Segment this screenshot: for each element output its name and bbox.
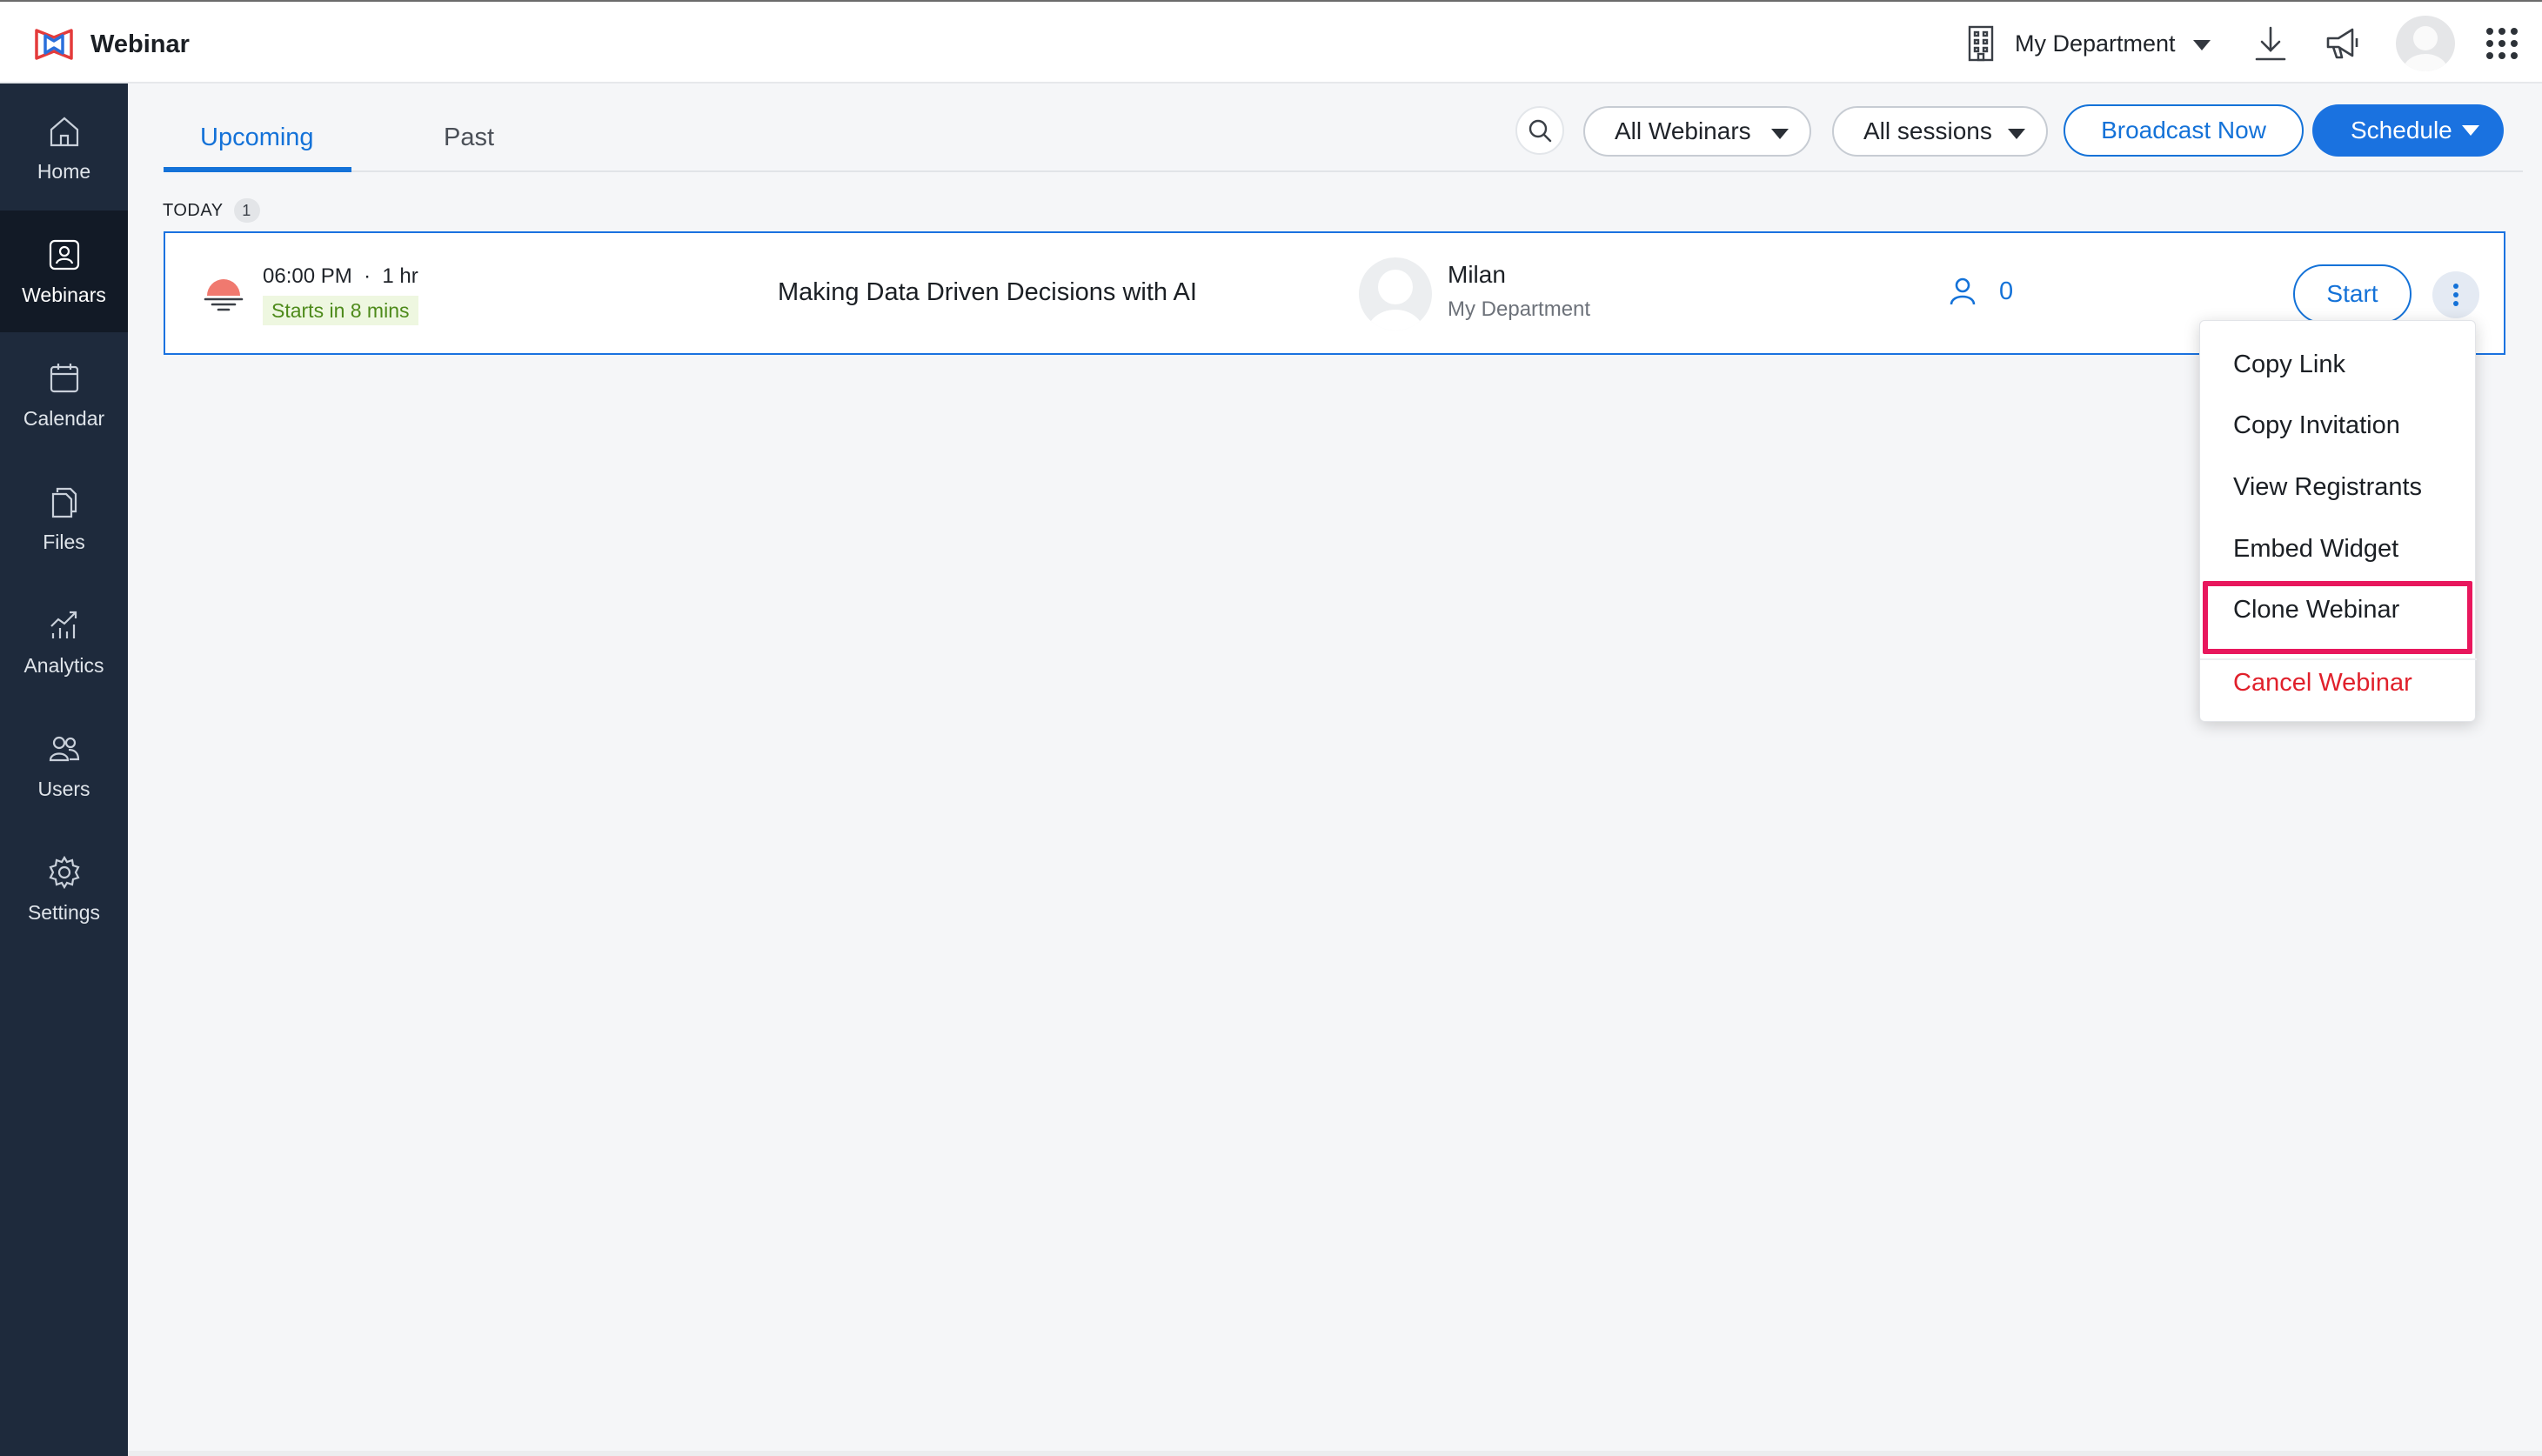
sidebar-item-calendar[interactable]: Calendar bbox=[0, 334, 128, 456]
brand[interactable]: Webinar bbox=[33, 23, 190, 66]
search-icon bbox=[1529, 119, 1552, 143]
registrants-value: 0 bbox=[1999, 277, 2014, 305]
host-name: Milan bbox=[1448, 261, 1506, 288]
announcements-button[interactable] bbox=[2319, 21, 2365, 66]
files-icon bbox=[51, 487, 77, 518]
host-department: My Department bbox=[1448, 297, 1591, 321]
grid-apps-icon bbox=[2486, 28, 2518, 59]
webinar-icon bbox=[49, 239, 79, 270]
sidebar-item-label: Users bbox=[37, 777, 90, 800]
chevron-down-icon bbox=[2462, 125, 2479, 136]
broadcast-now-button[interactable]: Broadcast Now bbox=[2064, 104, 2304, 157]
menu-item-embed-widget[interactable]: Embed Widget bbox=[2233, 535, 2398, 564]
active-tab-indicator bbox=[164, 167, 351, 172]
schedule-button[interactable]: Schedule bbox=[2312, 104, 2504, 157]
bottom-border bbox=[128, 1451, 2542, 1456]
user-icon bbox=[1950, 277, 1976, 305]
session-filter-value: All sessions bbox=[1863, 117, 1992, 144]
webinar-time: 06:00 PM · 1 hr bbox=[263, 264, 418, 288]
start-button[interactable]: Start bbox=[2293, 264, 2412, 324]
sidebar-item-webinars[interactable]: Webinars bbox=[0, 210, 128, 332]
user-silhouette-icon bbox=[2403, 26, 2448, 71]
tabs-divider bbox=[164, 170, 2523, 172]
menu-item-clone-webinar[interactable]: Clone Webinar bbox=[2233, 596, 2399, 624]
megaphone-icon bbox=[2326, 28, 2358, 59]
app-switcher-button[interactable] bbox=[2479, 21, 2525, 66]
sidebar-item-label: Analytics bbox=[23, 653, 104, 677]
menu-item-copy-invitation[interactable]: Copy Invitation bbox=[2233, 411, 2400, 440]
sidebar-item-label: Calendar bbox=[23, 406, 105, 430]
starts-in-badge: Starts in 8 mins bbox=[263, 296, 418, 325]
sidebar: Home Webinars Calendar Files Analytics U… bbox=[0, 83, 128, 1456]
sidebar-item-files[interactable]: Files bbox=[0, 458, 128, 579]
count-badge: 1 bbox=[233, 198, 260, 223]
app-title: Webinar bbox=[90, 30, 190, 58]
download-icon bbox=[2255, 26, 2286, 61]
host-avatar bbox=[1359, 257, 1432, 331]
home-icon bbox=[50, 117, 78, 146]
menu-item-view-registrants[interactable]: View Registrants bbox=[2233, 473, 2422, 502]
sidebar-item-home[interactable]: Home bbox=[0, 87, 128, 209]
menu-item-copy-link[interactable]: Copy Link bbox=[2233, 351, 2345, 379]
webinar-options-menu: Copy Link Copy Invitation View Registran… bbox=[2199, 320, 2477, 722]
sunset-icon bbox=[204, 279, 244, 311]
webinar-card[interactable]: 06:00 PM · 1 hr Starts in 8 mins Making … bbox=[164, 231, 2505, 355]
avatar[interactable] bbox=[2396, 16, 2455, 71]
department-switcher[interactable]: My Department bbox=[1964, 21, 2211, 66]
gear-icon bbox=[48, 855, 80, 889]
sidebar-item-users[interactable]: Users bbox=[0, 705, 128, 826]
sidebar-item-settings[interactable]: Settings bbox=[0, 828, 128, 950]
session-filter-dropdown[interactable]: All sessions bbox=[1832, 106, 2048, 157]
top-header: Webinar My Department bbox=[0, 0, 2542, 83]
calendar-icon bbox=[50, 363, 78, 392]
download-button[interactable] bbox=[2248, 21, 2293, 66]
menu-divider bbox=[2200, 658, 2477, 660]
webinar-title[interactable]: Making Data Driven Decisions with AI bbox=[778, 278, 1197, 307]
chevron-down-icon bbox=[2008, 129, 2025, 139]
webinar-filter-dropdown[interactable]: All Webinars bbox=[1583, 106, 1811, 157]
search-button[interactable] bbox=[1515, 106, 1564, 155]
schedule-label: Schedule bbox=[2351, 117, 2452, 144]
webinar-filter-value: All Webinars bbox=[1615, 117, 1751, 144]
building-icon bbox=[1968, 25, 1994, 62]
registrants-count[interactable]: 0 bbox=[1949, 277, 2013, 306]
more-options-button[interactable] bbox=[2432, 271, 2479, 318]
sidebar-item-label: Home bbox=[37, 159, 91, 183]
chevron-down-icon bbox=[2192, 40, 2211, 50]
department-label: My Department bbox=[2015, 30, 2176, 57]
chevron-down-icon bbox=[1771, 129, 1789, 139]
user-silhouette-icon bbox=[1366, 270, 1425, 331]
more-vertical-icon bbox=[2453, 282, 2458, 308]
sidebar-item-label: Files bbox=[43, 530, 85, 553]
menu-item-cancel-webinar[interactable]: Cancel Webinar bbox=[2233, 669, 2412, 698]
users-icon bbox=[49, 736, 79, 761]
sidebar-item-label: Settings bbox=[27, 900, 101, 924]
sidebar-item-label: Webinars bbox=[22, 283, 106, 306]
sidebar-item-analytics[interactable]: Analytics bbox=[0, 581, 128, 703]
analytics-icon bbox=[50, 611, 77, 638]
section-header-today: TODAY 1 bbox=[163, 198, 260, 223]
tab-upcoming[interactable]: Upcoming bbox=[200, 124, 314, 152]
webinar-logo-icon bbox=[35, 29, 73, 60]
tab-past[interactable]: Past bbox=[444, 124, 494, 152]
section-label: TODAY bbox=[163, 200, 224, 220]
